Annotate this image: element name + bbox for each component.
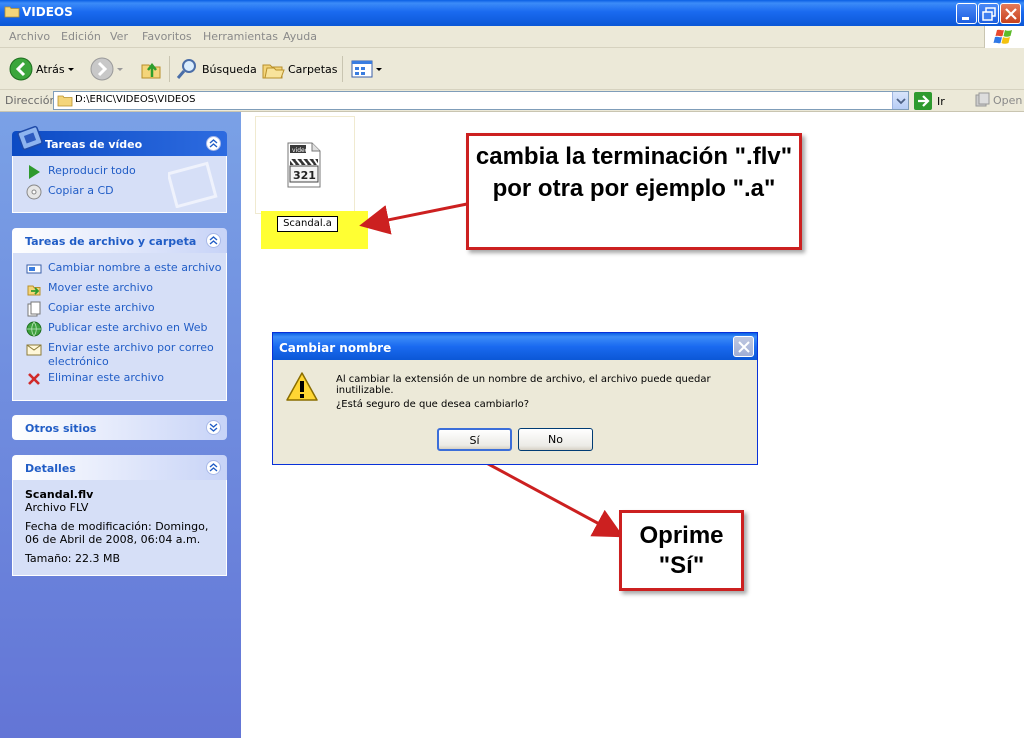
- explorer-window: VIDEOS Archivo Edición Ver Favoritos Her…: [0, 0, 1024, 738]
- no-button[interactable]: No: [518, 428, 593, 451]
- arrow-to-rename: [359, 202, 468, 235]
- dialog-title: Cambiar nombre: [279, 341, 392, 355]
- instruction-callout-yes: Oprime "Sí": [619, 510, 744, 591]
- dialog-close-button[interactable]: [733, 336, 754, 357]
- close-icon: [738, 341, 750, 353]
- warning-icon: [286, 372, 318, 401]
- instruction-callout-rename: cambia la terminación ".flv" por otra po…: [466, 133, 802, 250]
- yes-button[interactable]: Sí: [437, 428, 512, 451]
- dialog-title-bar: Cambiar nombre: [273, 333, 757, 360]
- dialog-message: Al cambiar la extensión de un nombre de …: [336, 374, 711, 396]
- dialog-question: ¿Está seguro de que desea cambiarlo?: [336, 399, 530, 410]
- rename-dialog: Cambiar nombre Al cambiar la extensión d…: [272, 332, 758, 465]
